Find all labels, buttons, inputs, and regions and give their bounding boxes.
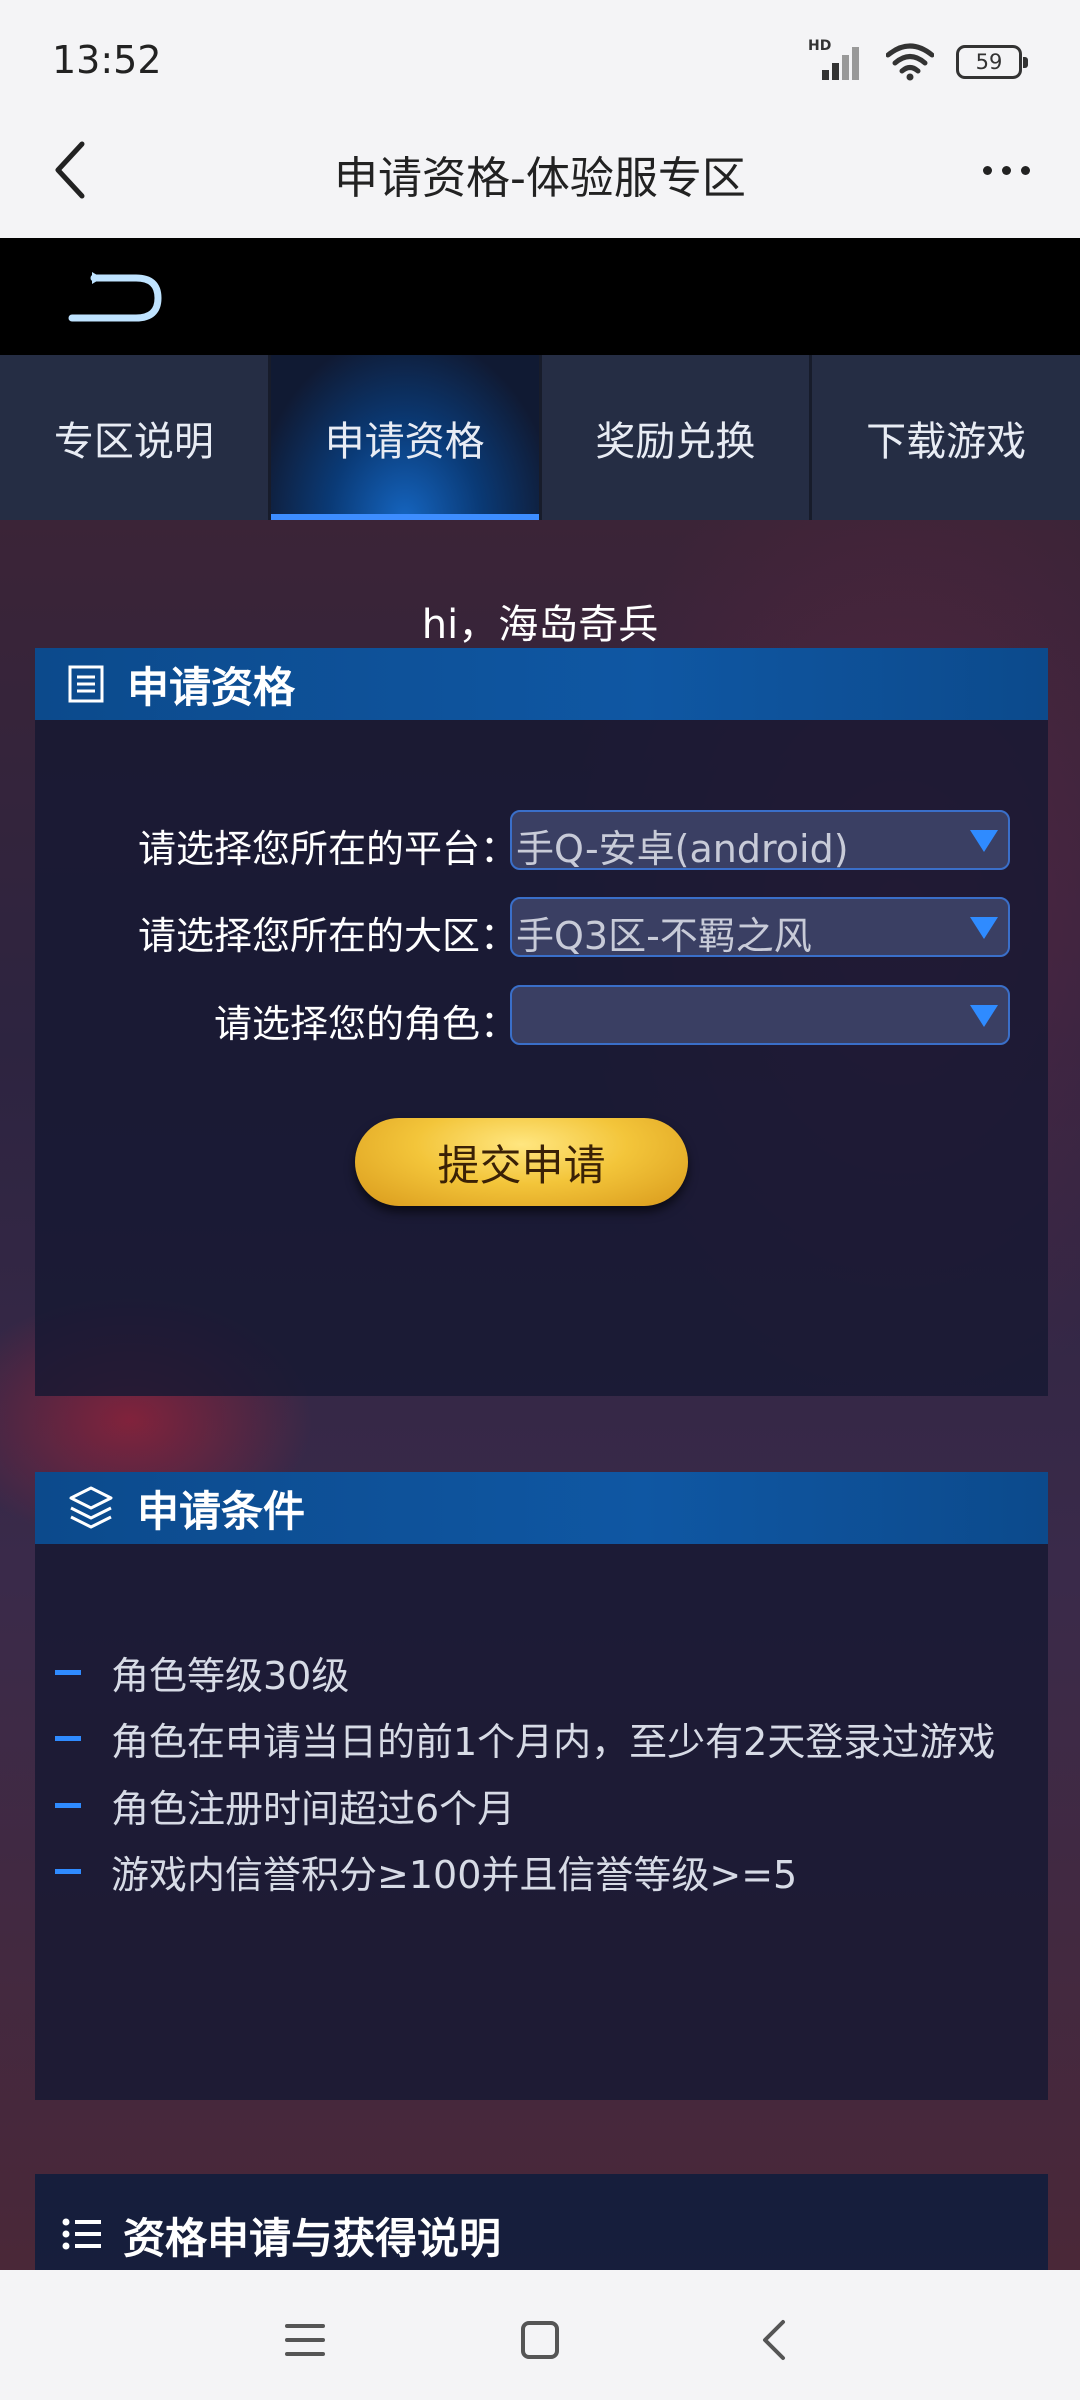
condition-text: 角色注册时间超过6个月 bbox=[111, 1786, 516, 1831]
apply-panel: 申请资格 请选择您所在的平台： 手Q-安卓(android) 请选择您所在的大区… bbox=[35, 648, 1048, 1396]
return-arrow-icon[interactable] bbox=[66, 268, 166, 324]
list-item: 角色在申请当日的前1个月内，至少有2天登录过游戏 bbox=[55, 1713, 996, 1764]
dropdown-arrow-icon bbox=[970, 917, 998, 939]
apply-panel-header: 申请资格 bbox=[35, 648, 1048, 720]
condition-text: 角色在申请当日的前1个月内，至少有2天登录过游戏 bbox=[111, 1719, 996, 1764]
list-icon bbox=[62, 2218, 101, 2250]
role-label: 请选择您的角色： bbox=[213, 1002, 518, 1046]
status-icons: HD 59 bbox=[808, 38, 1028, 82]
system-nav-bar bbox=[0, 2270, 1080, 2400]
game-banner bbox=[0, 238, 1080, 355]
bullet-dash-icon bbox=[55, 1735, 81, 1741]
list-item: 游戏内信誉积分≥100并且信誉等级>=5 bbox=[55, 1846, 798, 1897]
conditions-panel-title: 申请条件 bbox=[137, 1486, 306, 1536]
platform-label: 请选择您所在的平台： bbox=[137, 827, 518, 871]
document-icon bbox=[68, 665, 104, 703]
network-type-label: HD bbox=[808, 38, 832, 54]
home-square-icon bbox=[521, 2321, 559, 2359]
dropdown-arrow-icon bbox=[970, 830, 998, 852]
tab-bar: 专区说明 申请资格 奖励兑换 下载游戏 bbox=[0, 355, 1080, 520]
bullet-dash-icon bbox=[55, 1802, 81, 1808]
platform-select-value: 手Q-安卓(android) bbox=[516, 827, 849, 871]
list-item: 角色等级30级 bbox=[55, 1647, 350, 1698]
list-item: 角色注册时间超过6个月 bbox=[55, 1780, 516, 1831]
home-button[interactable] bbox=[510, 2310, 570, 2370]
conditions-panel-header: 申请条件 bbox=[35, 1472, 1048, 1544]
condition-text: 角色等级30级 bbox=[111, 1653, 350, 1698]
server-label: 请选择您所在的大区： bbox=[137, 914, 518, 958]
platform-row: 请选择您所在的平台： 手Q-安卓(android) bbox=[35, 810, 1048, 871]
greeting-text: hi，海岛奇兵 bbox=[421, 602, 659, 648]
role-select[interactable] bbox=[510, 985, 1010, 1045]
info-panel-title: 资格申请与获得说明 bbox=[123, 2214, 502, 2263]
wifi-icon bbox=[886, 43, 934, 81]
server-select-value: 手Q3区-不羁之风 bbox=[516, 914, 812, 958]
menu-button[interactable] bbox=[275, 2310, 335, 2370]
platform-select[interactable]: 手Q-安卓(android) bbox=[510, 810, 1010, 871]
more-button[interactable] bbox=[966, 140, 1046, 200]
bullet-dash-icon bbox=[55, 1669, 81, 1675]
status-bar: 13:52 HD 59 bbox=[0, 0, 1080, 100]
server-row: 请选择您所在的大区： 手Q3区-不羁之风 bbox=[35, 897, 1048, 958]
role-row: 请选择您的角色： bbox=[35, 985, 1048, 1046]
conditions-panel: 申请条件 角色等级30级 角色在申请当日的前1个月内，至少有2天登录过游戏 角色… bbox=[35, 1472, 1048, 2100]
apply-panel-title: 申请资格 bbox=[127, 662, 296, 712]
info-panel-header: 资格申请与获得说明 bbox=[35, 2174, 1048, 2270]
status-time: 13:52 bbox=[52, 38, 162, 82]
battery-level: 59 bbox=[975, 50, 1003, 74]
signal-icon: HD bbox=[808, 38, 864, 80]
condition-text: 游戏内信誉积分≥100并且信誉等级>=5 bbox=[111, 1852, 798, 1897]
tab-download-game[interactable]: 下载游戏 bbox=[812, 355, 1080, 520]
page-title: 申请资格-体验服专区 bbox=[334, 153, 746, 204]
tab-zone-intro[interactable]: 专区说明 bbox=[0, 355, 271, 520]
submit-application-button[interactable]: 提交申请 bbox=[355, 1118, 688, 1206]
bullet-dash-icon bbox=[55, 1868, 81, 1874]
tab-reward-exchange[interactable]: 奖励兑换 bbox=[541, 355, 813, 520]
more-dots-icon bbox=[982, 165, 992, 175]
menu-icon bbox=[285, 2324, 325, 2356]
nav-back-button[interactable] bbox=[744, 2310, 804, 2370]
app-header: 申请资格-体验服专区 bbox=[0, 100, 1080, 238]
tab-apply-qualification[interactable]: 申请资格 bbox=[270, 355, 542, 520]
battery-icon: 59 bbox=[956, 45, 1028, 79]
back-icon bbox=[763, 2320, 785, 2360]
server-select[interactable]: 手Q3区-不羁之风 bbox=[510, 897, 1010, 958]
dropdown-arrow-icon bbox=[970, 1005, 998, 1027]
layers-icon bbox=[69, 1486, 113, 1529]
